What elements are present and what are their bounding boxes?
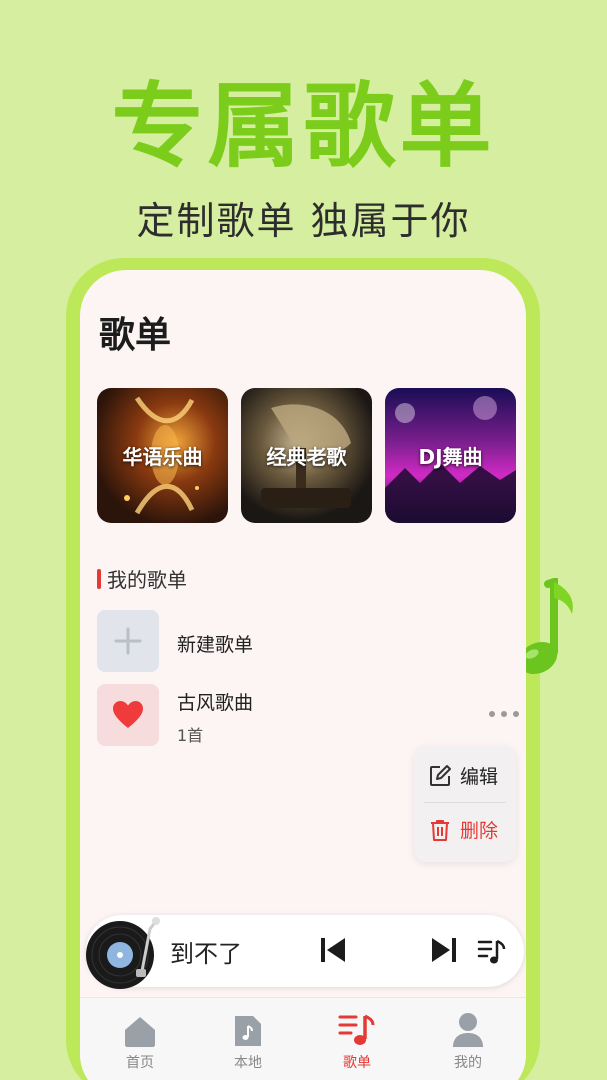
edit-label: 编辑 [460,766,499,788]
tab-playlist[interactable]: 歌单 [317,1010,397,1072]
new-playlist-label[interactable]: 新建歌单 [177,630,253,657]
my-playlists-heading: 我的歌单 [97,564,187,593]
queue-button[interactable] [477,937,507,971]
playlist-thumb[interactable] [97,684,159,746]
featured-label: 华语乐曲 [122,445,203,469]
album-disc-icon[interactable] [84,915,164,995]
featured-playlist-chinese[interactable]: 华语乐曲 [97,388,228,523]
menu-divider [424,802,506,803]
promo-subtitle: 定制歌单 独属于你 [136,199,471,243]
tab-label: 首页 [126,1055,154,1071]
section-title: 我的歌单 [107,568,187,592]
featured-label: DJ舞曲 [418,445,483,469]
heart-icon [113,701,143,728]
playlist-name[interactable]: 古风歌曲 [177,688,253,715]
home-icon [125,1017,155,1047]
featured-playlist-classic[interactable]: 经典老歌 [241,388,372,523]
profile-icon [453,1013,483,1047]
tab-home[interactable]: 首页 [100,1010,180,1072]
skip-previous-icon [321,938,345,962]
delete-label: 删除 [460,820,499,842]
bottom-tab-bar: 首页 本地 歌单 我的 [80,997,526,1080]
queue-icon [477,939,506,964]
local-file-icon [235,1016,261,1046]
edit-menu-item[interactable]: 编辑 [428,762,498,789]
tab-label: 本地 [234,1055,262,1071]
tab-label: 我的 [454,1055,482,1071]
tab-local[interactable]: 本地 [208,1010,288,1072]
playlist-context-menu: 编辑 删除 [414,746,516,862]
now-playing-title: 到不了 [170,940,242,968]
section-marker [97,568,101,589]
playlist-count: 1首 [177,726,204,745]
promo-title: 专属歌单 [111,73,496,180]
next-button[interactable] [429,935,459,969]
trash-icon [431,819,449,841]
delete-menu-item[interactable]: 删除 [428,816,498,843]
app-screen: 歌单 华语乐曲 经典老歌 DJ舞曲 我的歌单 新建歌单 古风歌曲 1首 编辑 删… [80,270,526,1080]
featured-label: 经典老歌 [266,445,347,469]
playlist-icon [338,1014,375,1045]
previous-button[interactable] [318,935,348,969]
page-title: 歌单 [99,315,172,356]
edit-icon [430,764,451,786]
skip-next-icon [432,938,456,962]
new-playlist-button[interactable] [97,610,159,672]
more-options-icon[interactable] [489,704,519,724]
tab-label: 歌单 [343,1055,371,1071]
tab-profile[interactable]: 我的 [428,1010,508,1072]
featured-playlist-dj[interactable]: DJ舞曲 [385,388,516,523]
plus-icon [114,627,142,655]
